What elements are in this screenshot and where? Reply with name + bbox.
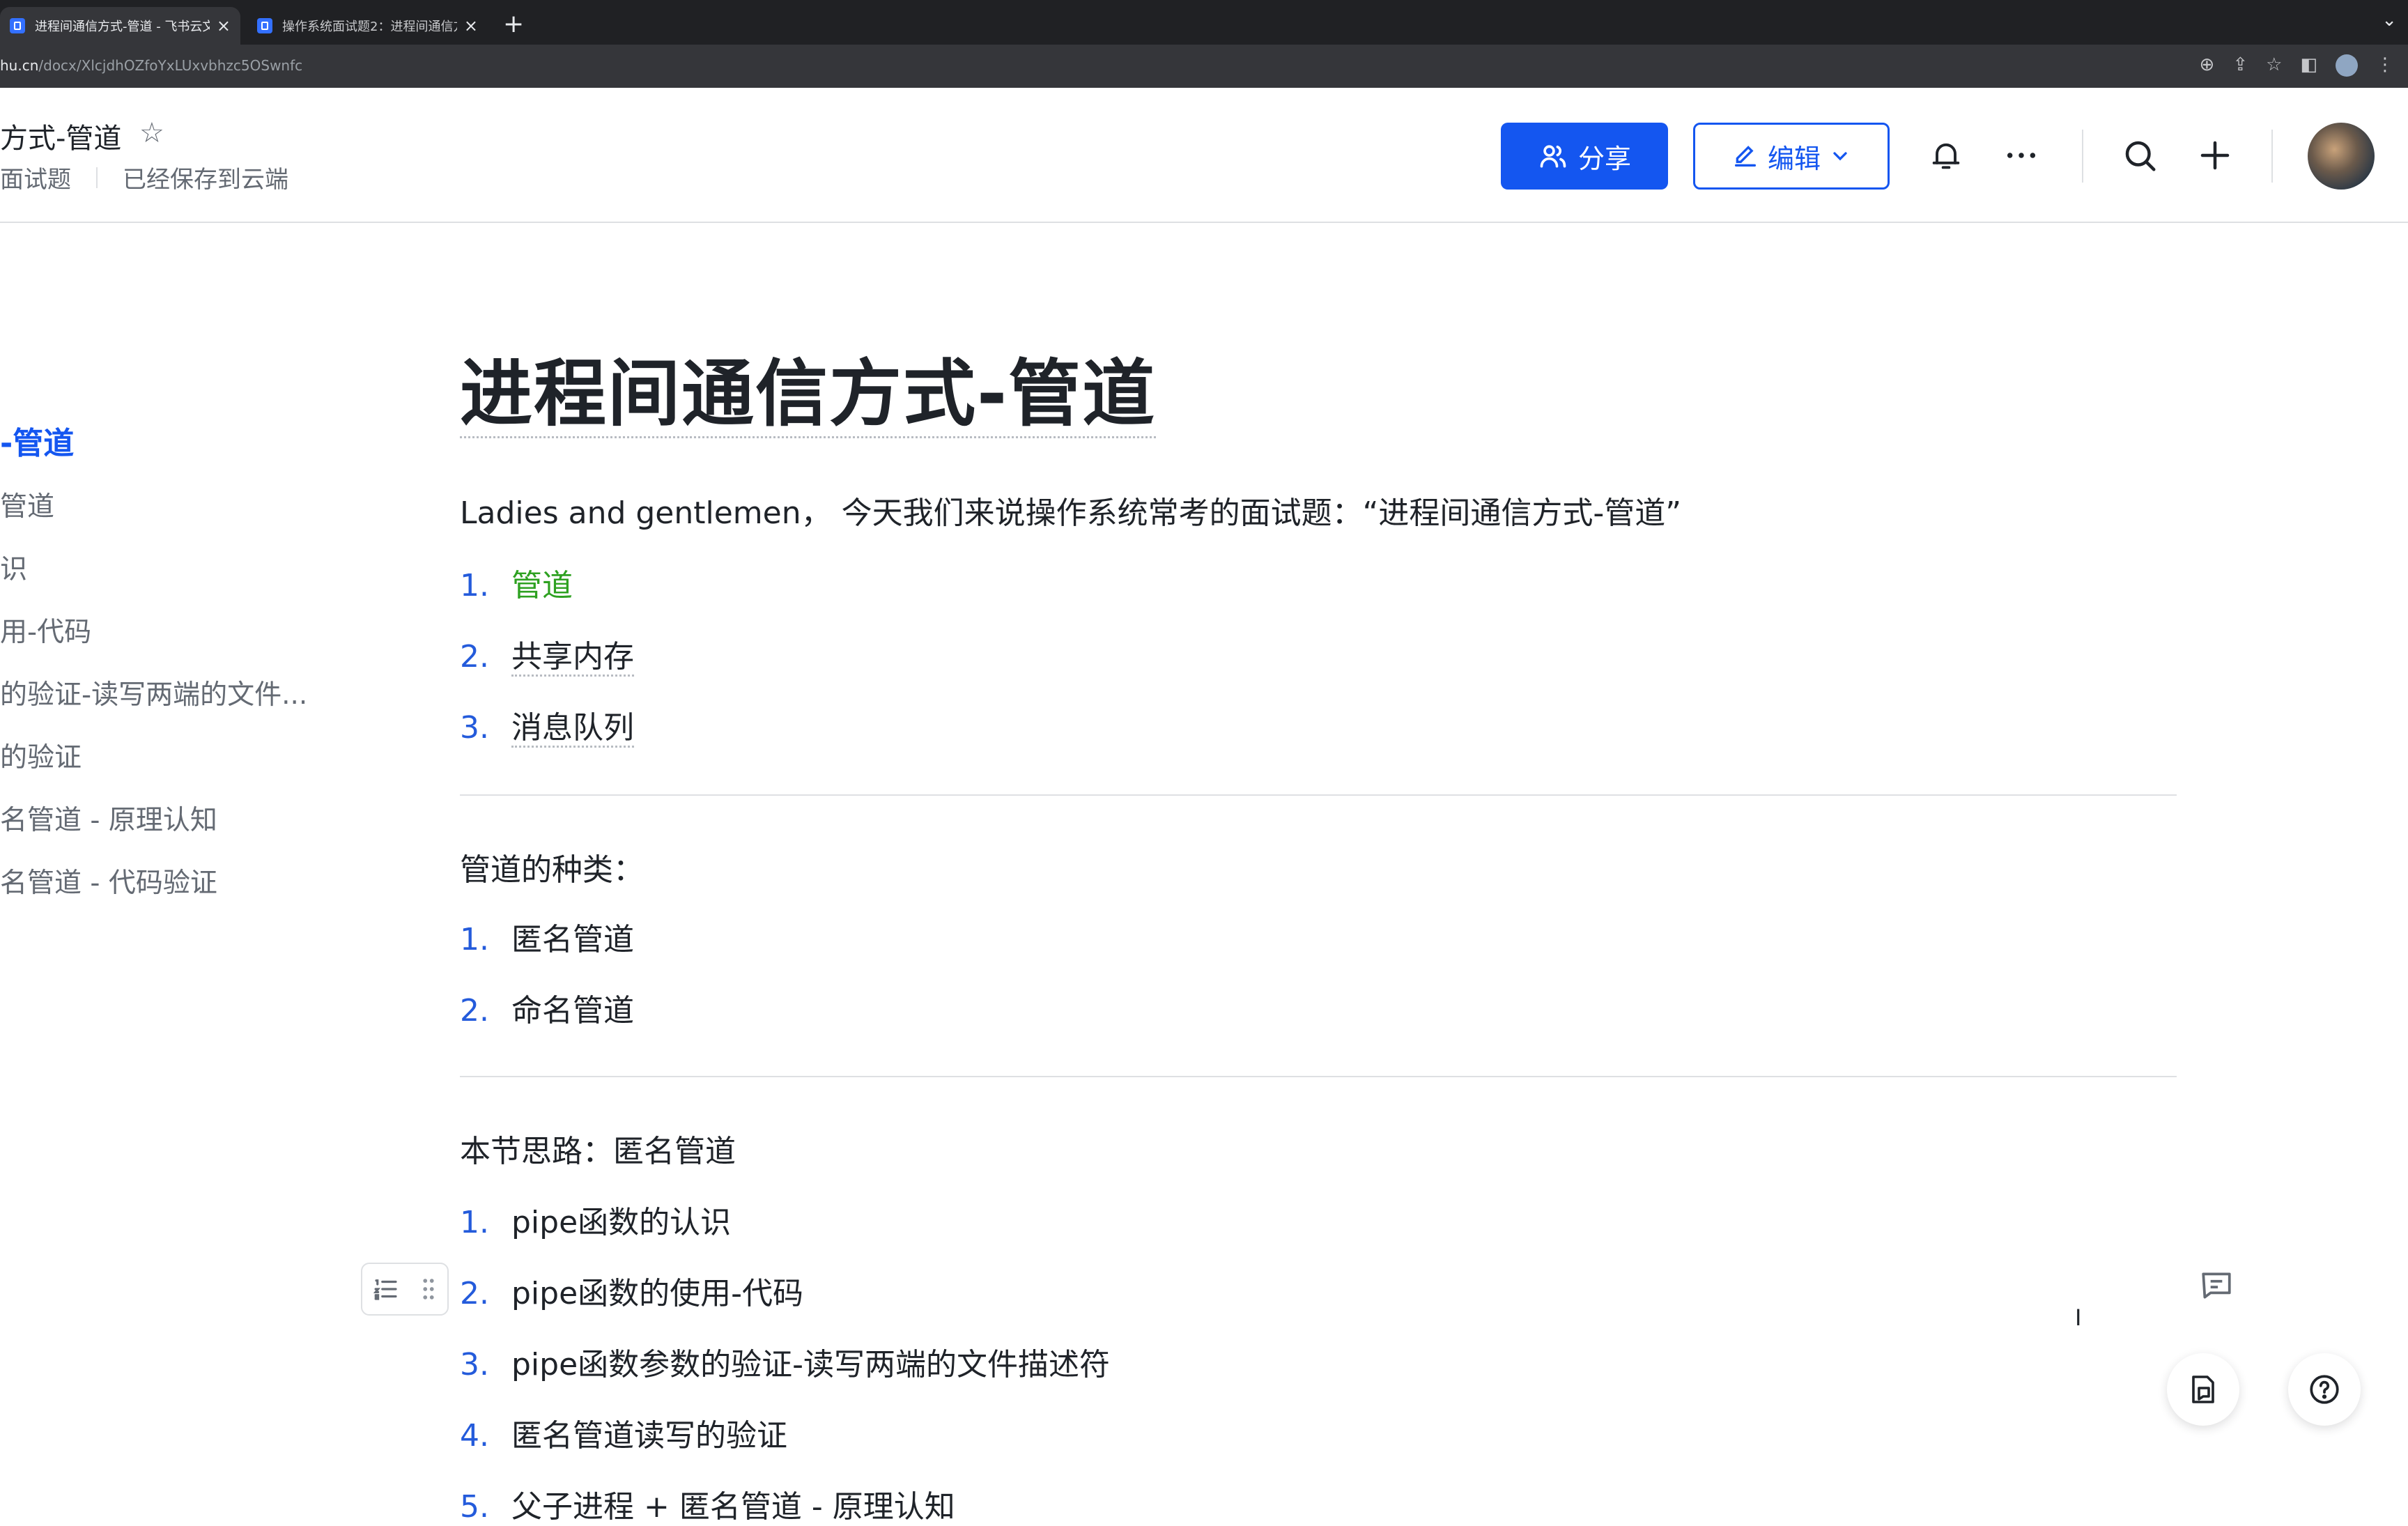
help-icon [2310, 1375, 2339, 1404]
plan-heading[interactable]: 本节思路：匿名管道 [460, 1126, 736, 1171]
bookmark-star-icon[interactable]: ☆ [2266, 54, 2282, 77]
share-label: 分享 [1577, 143, 1631, 174]
list-number: 2. [460, 639, 489, 675]
close-tab-icon[interactable]: × [217, 16, 231, 36]
document-info-button[interactable] [2167, 1353, 2239, 1426]
save-status: 已经保存到云端 [123, 166, 288, 194]
text-cursor-icon: I [2075, 1304, 2082, 1331]
edit-mode-button[interactable]: 编辑 [1693, 123, 1890, 190]
browser-tab-bar: 进程间通信方式-管道 - 飞书云文档 × 操作系统面试题2：进程间通信方式 × … [0, 0, 2408, 45]
list-number: 3. [460, 1347, 489, 1382]
help-button[interactable] [2288, 1353, 2361, 1426]
list-number: 4. [460, 1418, 489, 1454]
more-options-icon[interactable] [1997, 131, 2046, 180]
zoom-icon[interactable]: ⊕ [2200, 54, 2215, 77]
outline-item[interactable]: 用-代码 [0, 610, 91, 649]
doc-title-text: 进程间通信方式-管道 [460, 351, 1157, 438]
list-text: 父子进程 + 匿名管道 - 原理认知 [511, 1489, 955, 1525]
ordered-list-icon [373, 1279, 397, 1300]
browser-profile-avatar[interactable] [2336, 54, 2358, 77]
list-text: 消息队列 [511, 710, 634, 748]
list-text: 匿名管道 [511, 922, 634, 957]
block-handle[interactable] [361, 1263, 449, 1316]
list-number: 3. [460, 710, 489, 746]
header-divider [2082, 130, 2083, 183]
divider [460, 1076, 2177, 1077]
breadcrumb-folder[interactable]: 面试题 [0, 160, 71, 194]
list-number: 1. [460, 568, 489, 603]
list-text: pipe函数的认识 [511, 1205, 732, 1240]
list-item[interactable]: 2. 共享内存 [460, 631, 634, 677]
breadcrumb-divider [96, 167, 98, 188]
list-item[interactable]: 1. 管道 [460, 560, 573, 605]
url-path: /docx/XlcjdhOZfoYxLUxvbhzc5OSwnfc [38, 57, 303, 74]
search-icon[interactable] [2115, 131, 2164, 180]
chevron-down-icon [1833, 152, 1847, 161]
list-number: 2. [460, 1276, 489, 1311]
add-comment-icon[interactable] [2199, 1268, 2234, 1303]
list-number: 2. [460, 993, 489, 1028]
list-item[interactable]: 1. 匿名管道 [460, 914, 634, 959]
doc-title-header[interactable]: 方式-管道 [0, 116, 121, 156]
tab-search-chevron-icon[interactable]: ⌄ [2382, 10, 2397, 31]
list-item[interactable]: 2. 命名管道 [460, 985, 634, 1030]
new-tab-button[interactable]: + [503, 10, 524, 38]
plus-icon[interactable] [2191, 131, 2239, 180]
doc-favicon-icon [257, 18, 272, 33]
users-icon [1540, 145, 1566, 168]
list-number: 1. [460, 922, 489, 957]
doc-header: 方式-管道 ☆ 面试题 已经保存到云端 分享 编辑 [0, 88, 2408, 223]
outline-item[interactable]: 管道 [0, 485, 54, 524]
side-panel-icon[interactable]: ◧ [2300, 54, 2317, 77]
list-text: 命名管道 [511, 993, 634, 1028]
pencil-icon [1734, 146, 1756, 167]
browser-menu-icon[interactable]: ⋮ [2376, 54, 2394, 77]
list-text: 共享内存 [511, 639, 634, 677]
divider [460, 794, 2177, 796]
url-text[interactable]: hu.cn/docx/XlcjdhOZfoYxLUxvbhzc5OSwnfc [0, 57, 302, 74]
list-number: 5. [460, 1489, 489, 1525]
drag-handle-icon [422, 1279, 434, 1300]
close-tab-icon[interactable]: × [464, 16, 478, 36]
outline-item[interactable]: 的验证-读写两端的文件... [0, 673, 307, 712]
browser-tab-inactive[interactable]: 操作系统面试题2：进程间通信方式 × [247, 7, 488, 45]
list-text: 匿名管道读写的验证 [511, 1418, 787, 1454]
share-page-icon[interactable]: ⇪ [2232, 54, 2248, 77]
breadcrumb: 面试题 已经保存到云端 [0, 160, 288, 194]
outline-item[interactable]: 的验证 [0, 736, 82, 775]
url-host: hu.cn [0, 57, 39, 74]
list-number: 1. [460, 1205, 489, 1240]
tab-title: 进程间通信方式-管道 - 飞书云文档 [35, 20, 210, 34]
list-text-link[interactable]: 管道 [511, 568, 573, 603]
doc-title[interactable]: 进程间通信方式-管道 [460, 334, 1157, 440]
list-item[interactable]: 1. pipe函数的认识 [460, 1197, 731, 1242]
list-text: pipe函数的使用-代码 [511, 1276, 804, 1311]
outline-item[interactable]: 名管道 - 原理认知 [0, 799, 217, 838]
address-bar[interactable]: hu.cn/docx/XlcjdhOZfoYxLUxvbhzc5OSwnfc ⊕… [0, 45, 2408, 89]
browser-tab-active[interactable]: 进程间通信方式-管道 - 飞书云文档 × [0, 7, 240, 45]
kinds-heading[interactable]: 管道的种类： [460, 845, 644, 889]
list-item[interactable]: 3. 消息队列 [460, 702, 634, 748]
share-button[interactable]: 分享 [1501, 123, 1668, 190]
notification-bell-icon[interactable] [1922, 131, 1970, 180]
user-avatar[interactable] [2308, 123, 2375, 190]
list-text: pipe函数参数的验证-读写两端的文件描述符 [511, 1347, 1111, 1382]
list-item[interactable]: 4. 匿名管道读写的验证 [460, 1410, 787, 1455]
header-divider [2271, 130, 2273, 183]
tab-title: 操作系统面试题2：进程间通信方式 [282, 20, 457, 34]
list-item[interactable]: 3. pipe函数参数的验证-读写两端的文件描述符 [460, 1339, 1110, 1384]
doc-favicon-icon [10, 18, 25, 33]
outline-item[interactable]: 名管道 - 代码验证 [0, 861, 217, 900]
edit-label: 编辑 [1767, 143, 1821, 174]
outline-item[interactable]: 识 [0, 548, 27, 587]
outline-item[interactable]: -管道 [0, 418, 74, 463]
list-item[interactable]: 2. pipe函数的使用-代码 [460, 1268, 803, 1313]
address-bar-icons: ⊕ ⇪ ☆ ◧ ⋮ [2200, 54, 2394, 77]
intro-paragraph[interactable]: Ladies and gentlemen， 今天我们来说操作系统常考的面试题：“… [460, 488, 1681, 532]
doc-comment-icon [2192, 1375, 2214, 1403]
list-item[interactable]: 5. 父子进程 + 匿名管道 - 原理认知 [460, 1481, 955, 1526]
favorite-star-icon[interactable]: ☆ [139, 117, 164, 149]
